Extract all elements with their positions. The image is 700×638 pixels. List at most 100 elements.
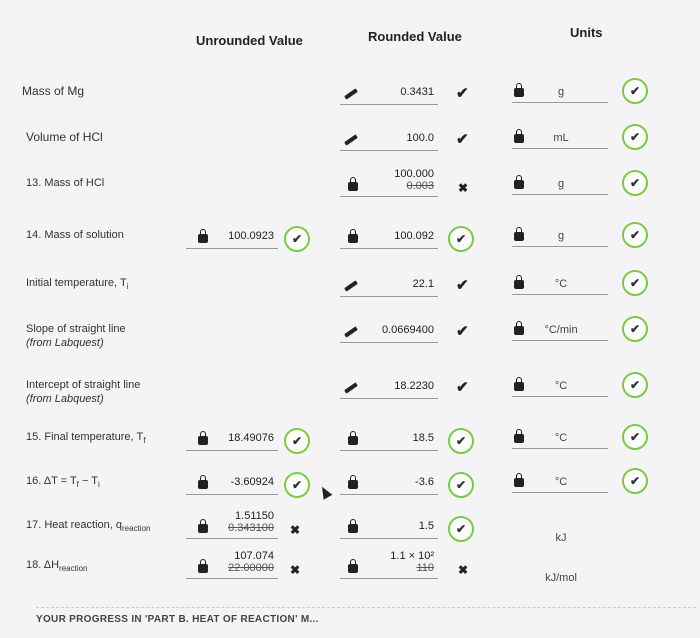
unit-value: °C	[554, 476, 568, 488]
unrounded-field-underline	[186, 578, 278, 579]
lock-icon	[348, 559, 358, 573]
rounded-field-underline	[340, 342, 438, 343]
unrounded-value: 100.0923	[212, 230, 274, 242]
rounded-value-field[interactable]: 100.0	[362, 132, 434, 144]
row-label-text: 14. Mass of solution	[26, 229, 124, 241]
unrounded-value: 1.51150 0.343100	[212, 510, 274, 534]
correct-circle-icon: ✔	[284, 226, 310, 252]
unrounded-value-text: 1.51150	[235, 510, 274, 522]
rounded-value-text: 0.0669400	[382, 324, 434, 336]
lock-icon	[348, 431, 358, 445]
rounded-value-field: 18.5	[362, 432, 434, 444]
table-row: Initial temperature, Ti 22.1 ✔ °C ✔	[0, 270, 700, 306]
correct-circle-icon: ✔	[448, 472, 474, 498]
row-label-subscript: reaction	[59, 564, 88, 574]
lock-icon	[514, 377, 524, 391]
header-rounded: Rounded Value	[368, 29, 462, 44]
edit-pencil-icon[interactable]	[344, 88, 358, 100]
unit-field-underline	[512, 102, 608, 103]
table-row: Mass of Mg 0.3431 ✔ g ✔	[0, 78, 700, 114]
correct-circle-icon: ✔	[622, 424, 648, 450]
rounded-value-text: 100.092	[394, 230, 434, 242]
correct-circle-icon: ✔	[622, 222, 648, 248]
rounded-field-underline	[340, 578, 438, 579]
unrounded-value-text: 18.49076	[228, 432, 274, 444]
edit-pencil-icon[interactable]	[344, 382, 358, 394]
row-label: 16. ΔT = Tf − Ti	[26, 474, 100, 492]
check-icon: ✔	[456, 379, 469, 396]
edit-pencil-icon[interactable]	[344, 326, 358, 338]
row-label-text: 17. Heat reaction, q	[26, 519, 123, 531]
lock-icon	[348, 229, 358, 243]
rounded-field-underline	[340, 398, 438, 399]
row-label-text: 16. ΔT = T	[26, 475, 77, 487]
unit-value: g	[557, 86, 565, 98]
rounded-value-field[interactable]: 0.0669400	[362, 324, 434, 336]
rounded-value-field: 100.000 0.003	[362, 168, 434, 192]
row-label-note: (from Labquest)	[26, 337, 104, 349]
rounded-value-text: 0.3431	[400, 86, 434, 98]
rounded-field-underline	[340, 104, 438, 105]
check-icon: ✔	[456, 323, 469, 340]
row-label-tail: − T	[78, 475, 98, 487]
rounded-field-underline	[340, 150, 438, 151]
rounded-value-text: 1.1 × 10²	[390, 550, 434, 562]
unrounded-value: 107.074 22.00000	[212, 550, 274, 574]
rounded-value-text: 1.5	[418, 520, 434, 532]
row-label-note: (from Labquest)	[26, 393, 104, 405]
correct-circle-icon: ✔	[622, 124, 648, 150]
unit-field-underline	[512, 448, 608, 449]
lock-icon	[348, 475, 358, 489]
unit-value: mL	[553, 132, 569, 144]
correct-circle-icon: ✔	[622, 78, 648, 104]
lock-icon	[514, 129, 524, 143]
rounded-value-field[interactable]: 0.3431	[362, 86, 434, 98]
rounded-value-text: -3.6	[415, 476, 434, 488]
rounded-value-field: 100.092	[362, 230, 434, 242]
lock-icon	[514, 83, 524, 97]
unrounded-field-underline	[186, 248, 278, 249]
check-icon: ✔	[456, 85, 469, 102]
lock-icon	[514, 473, 524, 487]
edit-pencil-icon[interactable]	[344, 134, 358, 146]
unit-value: °C	[554, 380, 568, 392]
correct-circle-icon: ✔	[622, 316, 648, 342]
row-label: 18. ΔHreaction	[26, 558, 88, 576]
unit-value: °C	[554, 432, 568, 444]
correct-circle-icon: ✔	[622, 372, 648, 398]
row-label-text: Slope of straight line	[26, 323, 126, 335]
unit-field-underline	[512, 396, 608, 397]
edit-pencil-icon[interactable]	[344, 280, 358, 292]
unrounded-old-value: 22.00000	[228, 562, 274, 574]
incorrect-icon: ✖	[290, 563, 301, 577]
rounded-value-field[interactable]: 18.2230	[362, 380, 434, 392]
correct-circle-icon: ✔	[622, 270, 648, 296]
lock-icon	[198, 519, 208, 533]
unit-value: °C	[554, 278, 568, 290]
row-label-subscript: i	[126, 282, 129, 292]
rounded-value-field[interactable]: 22.1	[362, 278, 434, 290]
lock-icon	[514, 175, 524, 189]
unit-field-underline	[512, 340, 608, 341]
row-label: 14. Mass of solution	[26, 228, 124, 242]
unit-field-underline	[512, 492, 608, 493]
table-row: 15. Final temperature, Tf 18.49076 ✔ 18.5 ✔ °…	[0, 424, 700, 460]
lock-icon	[514, 429, 524, 443]
rounded-value-text: 18.5	[412, 432, 434, 444]
row-label-text: 18. ΔH	[26, 559, 60, 571]
correct-circle-icon: ✔	[284, 472, 310, 498]
unrounded-old-value: 0.343100	[228, 522, 274, 534]
unrounded-field-underline	[186, 538, 278, 539]
lock-icon	[348, 519, 358, 533]
rounded-field-underline	[340, 538, 438, 539]
correct-circle-icon: ✔	[622, 468, 648, 494]
lock-icon	[198, 475, 208, 489]
divider	[36, 607, 696, 608]
row-label-text: Mass of Mg	[22, 84, 85, 98]
unrounded-field-underline	[186, 450, 278, 451]
lock-icon	[198, 431, 208, 445]
rounded-field-underline	[340, 450, 438, 451]
unrounded-field-underline	[186, 494, 278, 495]
correct-circle-icon: ✔	[284, 428, 310, 454]
lock-icon	[198, 229, 208, 243]
